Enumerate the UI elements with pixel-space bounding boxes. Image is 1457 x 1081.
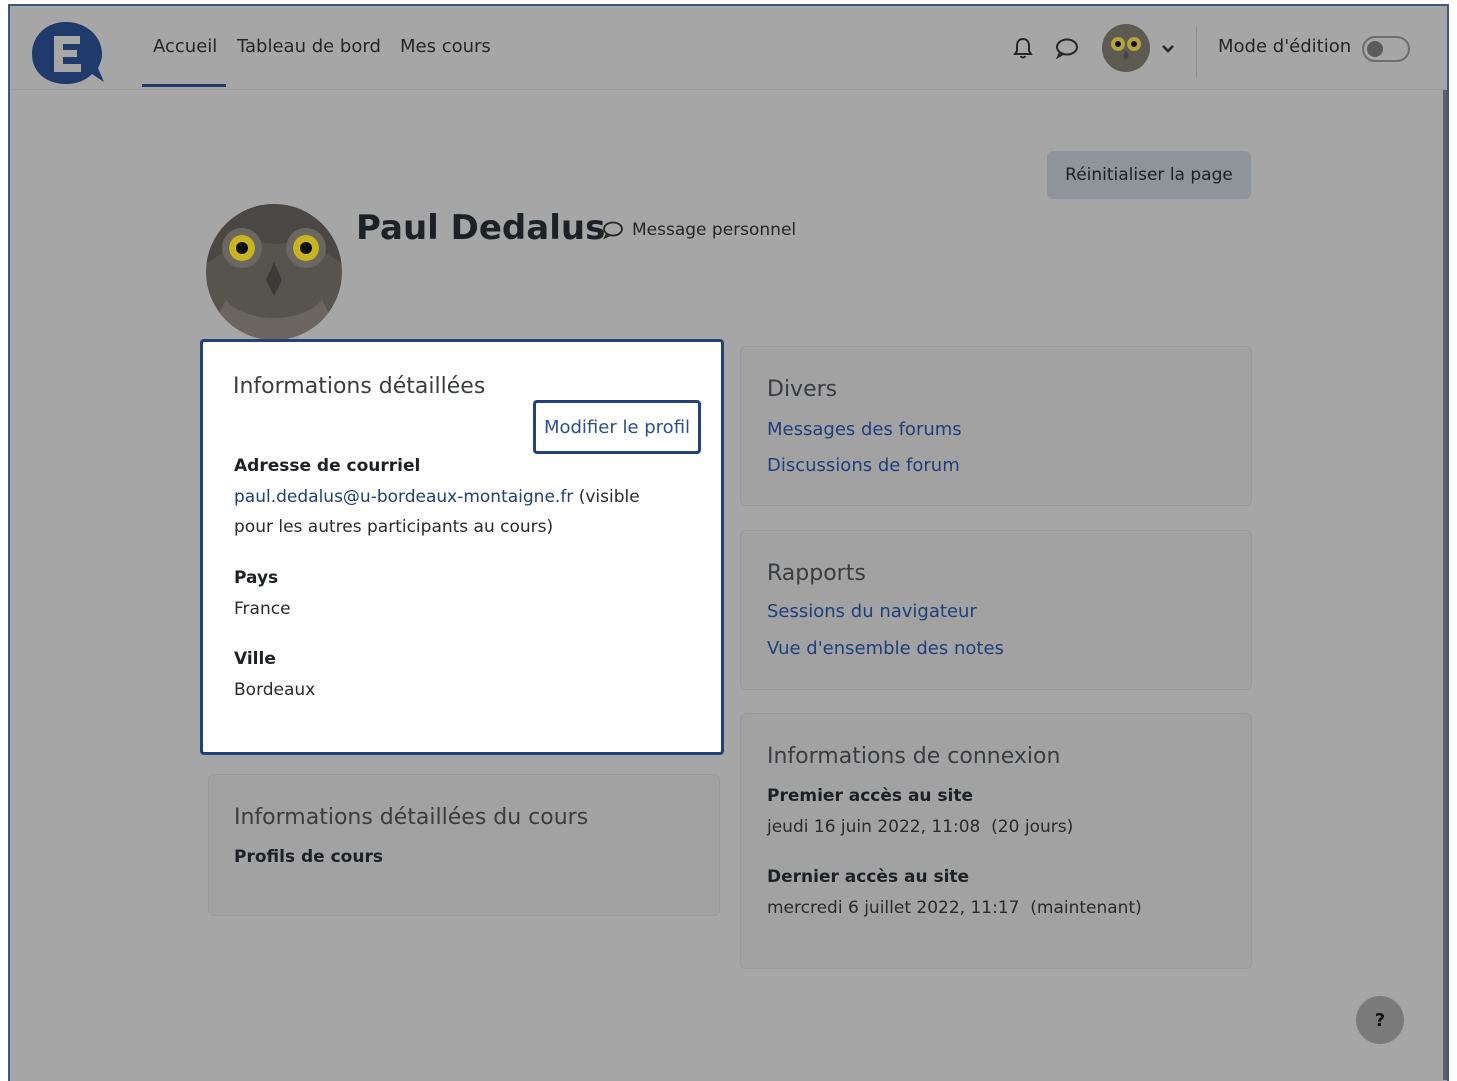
profile-picture [206,204,342,340]
page-frame: Accueil Tableau de bord Mes cours Mode d… [8,4,1449,1081]
email-link[interactable]: paul.dedalus@u-bordeaux-montaigne.fr [234,487,573,507]
login-card-title: Informations de connexion [767,744,1061,769]
reports-card: Rapports Sessions du navigateur Vue d'en… [740,530,1252,690]
personal-message-link[interactable]: Message personnel [602,220,796,240]
email-note-continued: pour les autres participants au cours) [234,517,554,537]
bell-icon[interactable] [1012,36,1034,60]
grades-overview-link[interactable]: Vue d'ensemble des notes [767,638,1004,659]
email-value: paul.dedalus@u-bordeaux-montaigne.fr (vi… [234,482,704,542]
course-card-title: Informations détaillées du cours [234,805,589,830]
misc-card: Divers Messages des forums Discussions d… [740,346,1252,506]
nav-mes-cours[interactable]: Mes cours [400,36,491,57]
first-access-label: Premier accès au site [767,786,974,806]
reset-page-button[interactable]: Réinitialiser la page [1047,151,1251,199]
edit-profile-button[interactable]: Modifier le profil [533,400,701,454]
course-details-card: Informations détaillées du cours Profils… [208,774,720,916]
nav-active-indicator [142,84,226,87]
city-label: Ville [234,649,276,669]
city-value: Bordeaux [234,680,316,700]
toggle-knob [1367,41,1383,57]
login-info-card: Informations de connexion Premier accès … [740,713,1252,969]
chat-icon[interactable] [1054,37,1080,59]
country-label: Pays [234,568,279,588]
site-logo-icon[interactable] [30,20,108,86]
last-access-label: Dernier accès au site [767,867,970,887]
edit-mode-label: Mode d'édition [1218,36,1352,57]
last-access-value: mercredi 6 juillet 2022, 11:17 (maintena… [767,898,1142,918]
nav-accueil[interactable]: Accueil [153,36,217,57]
user-avatar[interactable] [1102,24,1150,72]
scrollbar[interactable] [1443,90,1447,1080]
email-note: (visible [573,487,640,507]
misc-card-title: Divers [767,377,838,402]
details-card-title: Informations détaillées [233,374,486,399]
top-navbar: Accueil Tableau de bord Mes cours Mode d… [10,6,1447,90]
forum-messages-link[interactable]: Messages des forums [767,419,962,440]
details-card: Informations détaillées Modifier le prof… [200,339,724,755]
browser-sessions-link[interactable]: Sessions du navigateur [767,601,977,622]
forum-discussions-link[interactable]: Discussions de forum [767,455,960,476]
first-access-value: jeudi 16 juin 2022, 11:08 (20 jours) [767,817,1074,837]
course-profiles-label: Profils de cours [234,847,383,867]
chevron-down-icon[interactable] [1161,44,1175,54]
country-value: France [234,599,291,619]
user-name-heading: Paul Dedalus [356,208,606,248]
nav-divider [1196,26,1197,78]
email-label: Adresse de courriel [234,456,421,476]
personal-message-label: Message personnel [632,220,797,240]
reports-card-title: Rapports [767,561,866,586]
help-button[interactable]: ? [1356,996,1404,1044]
chat-icon [603,221,623,239]
edit-mode-toggle[interactable] [1362,36,1410,62]
nav-tableau-de-bord[interactable]: Tableau de bord [237,36,381,57]
